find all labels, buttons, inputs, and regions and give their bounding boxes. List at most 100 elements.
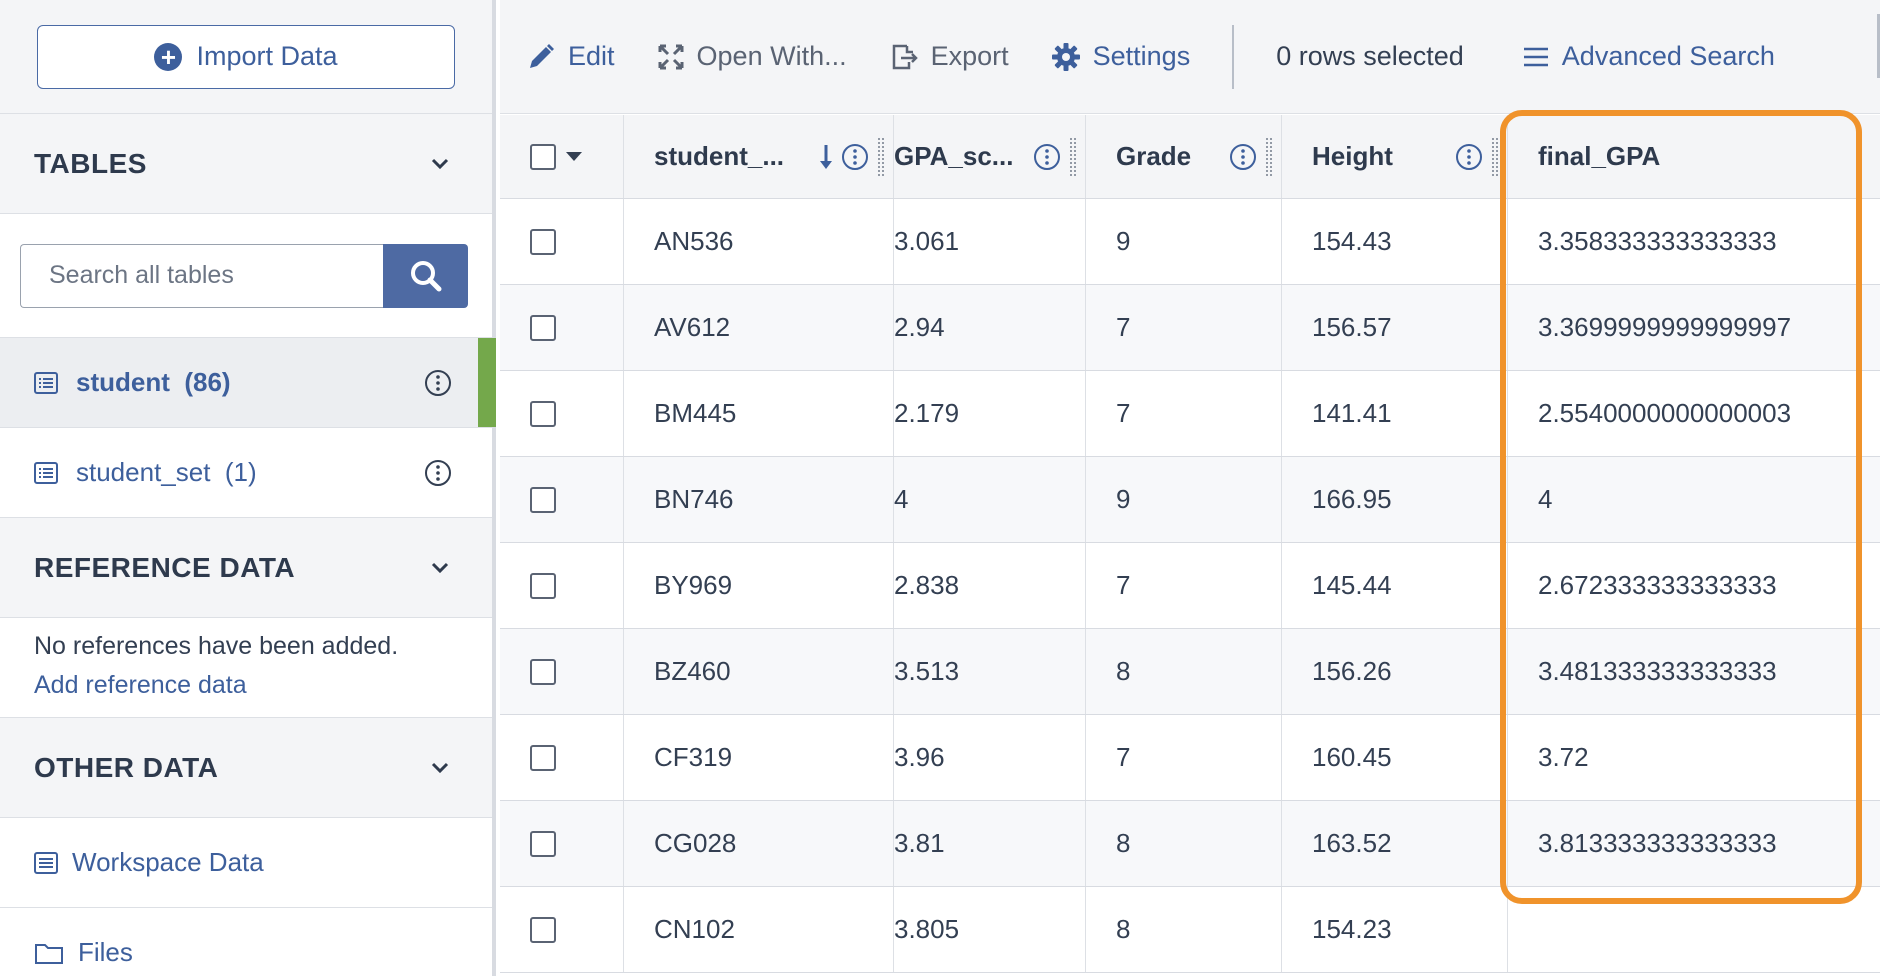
sort-arrow-icon[interactable]: [819, 143, 833, 171]
column-info-icon[interactable]: [1229, 143, 1257, 171]
sidebar-item-files[interactable]: Files: [0, 908, 492, 976]
row-checkbox[interactable]: [530, 228, 556, 255]
student-id-cell[interactable]: BM445: [624, 371, 894, 456]
chevron-down-icon[interactable]: [430, 558, 450, 578]
gpa-score-cell[interactable]: 3.805: [894, 887, 1086, 972]
chevron-down-icon[interactable]: [430, 154, 450, 174]
table-row[interactable]: AV612 2.94 7 156.57 3.3699999999999997: [500, 285, 1880, 371]
table-row[interactable]: BZ460 3.513 8 156.26 3.481333333333333: [500, 629, 1880, 715]
row-checkbox[interactable]: [530, 486, 556, 513]
final-gpa-cell[interactable]: 4: [1508, 457, 1880, 542]
search-all-tables-input[interactable]: [20, 243, 383, 308]
student-id-cell[interactable]: BN746: [624, 457, 894, 542]
table-row[interactable]: CF319 3.96 7 160.45 3.72: [500, 715, 1880, 801]
student-id-cell[interactable]: BY969: [624, 543, 894, 628]
final-gpa-cell[interactable]: 3.813333333333333: [1508, 801, 1880, 886]
column-header-height[interactable]: Height: [1282, 115, 1508, 198]
height-cell[interactable]: 145.44: [1282, 543, 1508, 628]
add-reference-data-link[interactable]: Add reference data: [34, 671, 458, 700]
final-gpa-cell[interactable]: 2.5540000000000003: [1508, 371, 1880, 456]
height-cell[interactable]: 154.23: [1282, 887, 1508, 972]
gpa-score-cell[interactable]: 2.838: [894, 543, 1086, 628]
row-checkbox[interactable]: [530, 658, 556, 685]
row-checkbox[interactable]: [530, 916, 556, 943]
column-header-gpa-score[interactable]: GPA_sc...: [894, 115, 1086, 198]
table-row[interactable]: CG028 3.81 8 163.52 3.813333333333333: [500, 801, 1880, 887]
student-id-cell[interactable]: CF319: [624, 715, 894, 800]
gpa-score-cell[interactable]: 3.96: [894, 715, 1086, 800]
grade-cell[interactable]: 9: [1086, 199, 1282, 284]
student-id-cell[interactable]: BZ460: [624, 629, 894, 714]
reference-data-section-header[interactable]: REFERENCE DATA: [0, 518, 492, 618]
column-info-icon[interactable]: [1033, 143, 1061, 171]
info-icon[interactable]: [424, 459, 452, 487]
info-icon[interactable]: [424, 369, 452, 397]
column-header-student-id[interactable]: student_...: [624, 115, 894, 198]
column-header-grade[interactable]: Grade: [1086, 115, 1282, 198]
row-checkbox[interactable]: [530, 314, 556, 341]
student-id-cell[interactable]: CN102: [624, 887, 894, 972]
column-resize-handle[interactable]: [1069, 136, 1077, 177]
grade-cell[interactable]: 9: [1086, 457, 1282, 542]
final-gpa-cell[interactable]: 3.358333333333333: [1508, 199, 1880, 284]
student-id-cell[interactable]: AN536: [624, 199, 894, 284]
row-checkbox[interactable]: [530, 744, 556, 771]
column-resize-handle[interactable]: [1491, 136, 1499, 177]
grade-cell[interactable]: 8: [1086, 629, 1282, 714]
tables-section-header[interactable]: TABLES: [0, 114, 492, 214]
import-data-button[interactable]: + Import Data: [37, 24, 455, 89]
grade-cell[interactable]: 8: [1086, 801, 1282, 886]
final-gpa-cell[interactable]: 3.481333333333333: [1508, 629, 1880, 714]
row-checkbox[interactable]: [530, 400, 556, 427]
table-row[interactable]: BM445 2.179 7 141.41 2.5540000000000003: [500, 371, 1880, 457]
table-row[interactable]: BY969 2.838 7 145.44 2.672333333333333: [500, 543, 1880, 629]
height-cell[interactable]: 141.41: [1282, 371, 1508, 456]
height-cell[interactable]: 160.45: [1282, 715, 1508, 800]
height-cell[interactable]: 156.57: [1282, 285, 1508, 370]
caret-down-icon[interactable]: [566, 152, 582, 161]
table-row[interactable]: AN536 3.061 9 154.43 3.358333333333333: [500, 199, 1880, 285]
open-with-button[interactable]: Open With...: [657, 41, 847, 72]
advanced-search-button[interactable]: Advanced Search: [1522, 41, 1775, 72]
height-cell[interactable]: 166.95: [1282, 457, 1508, 542]
grade-cell[interactable]: 7: [1086, 285, 1282, 370]
grade-cell[interactable]: 7: [1086, 715, 1282, 800]
gpa-score-cell[interactable]: 2.179: [894, 371, 1086, 456]
settings-button[interactable]: Settings: [1051, 41, 1190, 72]
search-button[interactable]: [383, 243, 468, 308]
gpa-score-cell[interactable]: 3.061: [894, 199, 1086, 284]
gpa-score-cell[interactable]: 3.81: [894, 801, 1086, 886]
student-id-cell[interactable]: AV612: [624, 285, 894, 370]
final-gpa-cell[interactable]: 3.3699999999999997: [1508, 285, 1880, 370]
student-id-cell[interactable]: CG028: [624, 801, 894, 886]
grade-cell[interactable]: 7: [1086, 371, 1282, 456]
column-resize-handle[interactable]: [877, 136, 885, 177]
grade-cell[interactable]: 8: [1086, 887, 1282, 972]
column-info-icon[interactable]: [841, 143, 869, 171]
export-button[interactable]: Export: [889, 41, 1009, 72]
table-row[interactable]: BN746 4 9 166.95 4: [500, 457, 1880, 543]
gpa-score-cell[interactable]: 2.94: [894, 285, 1086, 370]
height-cell[interactable]: 163.52: [1282, 801, 1508, 886]
height-cell[interactable]: 156.26: [1282, 629, 1508, 714]
sidebar-item-workspace-data[interactable]: Workspace Data: [0, 818, 492, 908]
final-gpa-cell[interactable]: 2.672333333333333: [1508, 543, 1880, 628]
grade-cell[interactable]: 7: [1086, 543, 1282, 628]
row-checkbox[interactable]: [530, 572, 556, 599]
final-gpa-cell[interactable]: 3.72: [1508, 715, 1880, 800]
select-all-checkbox[interactable]: [530, 143, 556, 170]
sidebar-item-student[interactable]: student (86): [0, 338, 496, 428]
final-gpa-cell[interactable]: [1508, 887, 1880, 972]
table-row[interactable]: CN102 3.805 8 154.23: [500, 887, 1880, 973]
row-checkbox[interactable]: [530, 830, 556, 857]
edit-button[interactable]: Edit: [526, 41, 615, 72]
column-resize-handle[interactable]: [1265, 136, 1273, 177]
column-header-final-gpa[interactable]: final_GPA: [1508, 115, 1880, 198]
column-info-icon[interactable]: [1455, 143, 1483, 171]
other-data-section-header[interactable]: OTHER DATA: [0, 718, 492, 818]
height-cell[interactable]: 154.43: [1282, 199, 1508, 284]
gpa-score-cell[interactable]: 3.513: [894, 629, 1086, 714]
gpa-score-cell[interactable]: 4: [894, 457, 1086, 542]
chevron-down-icon[interactable]: [430, 758, 450, 778]
sidebar-item-student-set[interactable]: student_set (1): [0, 428, 492, 518]
